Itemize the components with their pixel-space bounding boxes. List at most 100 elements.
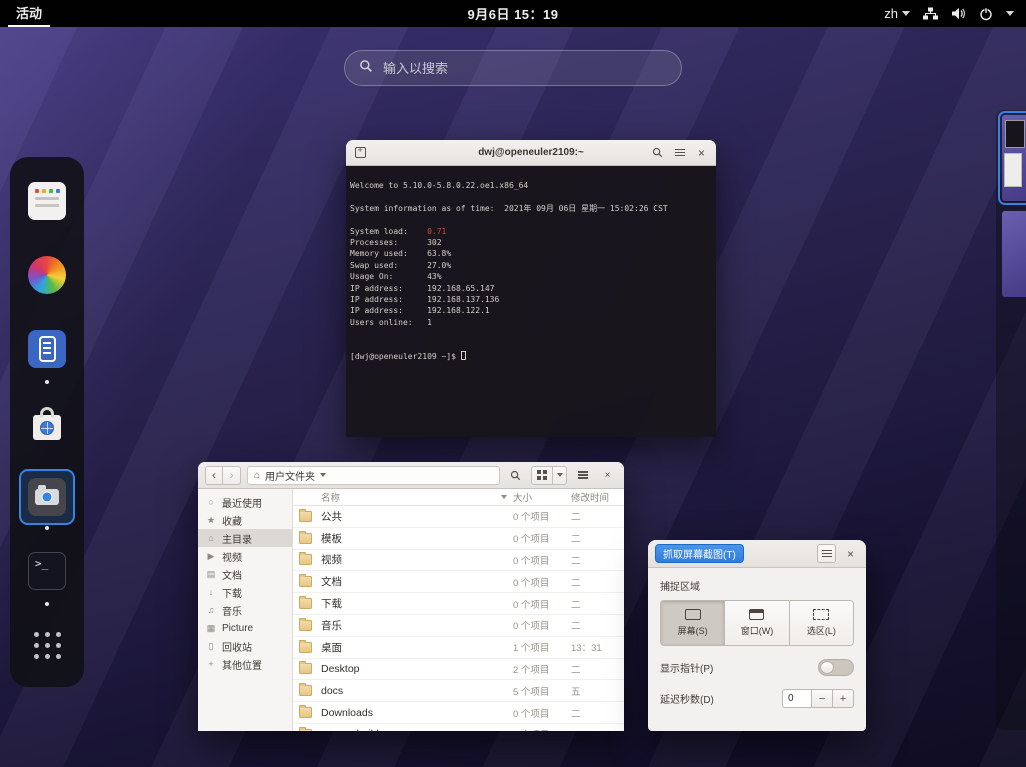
terminal-output: Welcome to 5.10.0-5.8.0.22.oe1.x86_64 Sy…	[346, 166, 716, 437]
volume-icon[interactable]	[951, 7, 966, 20]
screenshot-close-button[interactable]: ×	[842, 545, 859, 562]
column-size[interactable]: 大小	[513, 490, 571, 504]
dock-item-software-store[interactable]	[19, 395, 75, 451]
activities-button[interactable]: 活动	[8, 0, 50, 27]
file-row[interactable]: Desktop 2 个项目 二 ☆	[293, 659, 624, 681]
terminal-close-button[interactable]: ×	[693, 144, 710, 161]
file-row[interactable]: Downloads 0 个项目 二 ☆	[293, 702, 624, 724]
sidebar-item[interactable]: ▦ Picture	[198, 619, 292, 637]
file-modified: 二	[571, 618, 624, 632]
file-row[interactable]: docs 5 个项目 五 ☆	[293, 680, 624, 702]
terminal-line	[350, 191, 712, 202]
sidebar-item[interactable]: ○ 最近使用	[198, 493, 292, 511]
terminal-line	[350, 214, 712, 225]
screenshot-menu-button[interactable]	[817, 544, 836, 563]
search-input[interactable]	[383, 61, 667, 76]
workspace-thumbnail-2[interactable]	[1002, 211, 1026, 297]
sidebar-item[interactable]: ▤ 文档	[198, 565, 292, 583]
column-modified[interactable]: 修改时间	[571, 490, 624, 504]
screen-icon	[685, 609, 701, 620]
file-row[interactable]: 公共 0 个项目 二 ☆	[293, 506, 624, 528]
file-name: 音乐	[321, 618, 501, 633]
dock-item-terminal[interactable]	[19, 543, 75, 599]
sidebar-item[interactable]: ▶ 视频	[198, 547, 292, 565]
folder-icon	[299, 554, 312, 565]
terminal-menu-button[interactable]	[671, 144, 688, 161]
files-search-button[interactable]	[506, 466, 525, 485]
files-toolbar: ‹ › ⌂ 用户文件夹 ×	[198, 462, 624, 489]
files-window[interactable]: ‹ › ⌂ 用户文件夹 ×	[198, 462, 624, 731]
terminal-headerbar: dwj@openeuler2109:~ ×	[346, 140, 716, 166]
running-indicator	[45, 602, 49, 606]
dock-item-screenshot[interactable]	[19, 469, 75, 525]
grid-view-icon	[537, 470, 547, 480]
forward-button[interactable]: ›	[223, 466, 241, 485]
sidebar-item[interactable]: + 其他位置	[198, 655, 292, 673]
show-applications-button[interactable]	[19, 617, 75, 673]
file-row[interactable]: 视频 0 个项目 二 ☆	[293, 550, 624, 572]
sidebar-item[interactable]: ★ 收藏	[198, 511, 292, 529]
delay-plus-button[interactable]: +	[833, 689, 854, 708]
view-toggle-button[interactable]	[531, 466, 553, 485]
sidebar-item-label: 下载	[222, 585, 242, 600]
view-options-button[interactable]	[553, 466, 567, 485]
network-icon[interactable]	[923, 7, 938, 20]
hamburger-menu-icon	[822, 553, 832, 555]
sidebar-item-icon: ♫	[206, 605, 216, 615]
file-name: Desktop	[321, 663, 501, 675]
sidebar-item[interactable]: ↓ 下载	[198, 583, 292, 601]
clock[interactable]: 9月6日 15：19	[468, 4, 559, 23]
dock-item-pinwheel-app[interactable]	[19, 247, 75, 303]
file-name: 桌面	[321, 640, 501, 655]
folder-icon	[299, 576, 312, 587]
file-name: docs	[321, 685, 501, 697]
new-tab-button[interactable]	[352, 144, 369, 161]
system-menu-caret-icon[interactable]	[1006, 11, 1014, 16]
file-row[interactable]: 下载 0 个项目 二 ☆	[293, 593, 624, 615]
file-row[interactable]: 文档 0 个项目 二 ☆	[293, 571, 624, 593]
pinwheel-app-icon	[28, 256, 66, 294]
file-modified: 二	[571, 662, 624, 676]
folder-icon	[299, 685, 312, 696]
file-row[interactable]: 音乐 0 个项目 二 ☆	[293, 615, 624, 637]
file-name: 视频	[321, 552, 501, 567]
files-sidebar: ○ 最近使用 ★ 收藏 ⌂ 主目录	[198, 489, 293, 731]
path-bar[interactable]: ⌂ 用户文件夹	[247, 466, 500, 485]
column-name[interactable]: 名称	[321, 490, 501, 504]
file-name: gnome-builder	[321, 728, 501, 731]
keyboard-layout-indicator[interactable]: zh	[884, 6, 910, 21]
home-icon: ⌂	[254, 470, 260, 481]
back-button[interactable]: ‹	[205, 466, 223, 485]
dock-item-calendar[interactable]	[19, 173, 75, 229]
files-close-button[interactable]: ×	[598, 466, 617, 485]
sidebar-item[interactable]: ⌂ 主目录	[198, 529, 292, 547]
mini-terminal-window	[1005, 120, 1025, 148]
screenshot-headerbar: 抓取屏幕截图(T) ×	[648, 540, 866, 568]
workspace-thumbnail-1[interactable]	[1002, 115, 1026, 201]
delay-value[interactable]: 0	[782, 689, 812, 708]
file-row[interactable]: gnome-builder 1 个项目 二 ☆	[293, 724, 624, 731]
dock-item-phone-app[interactable]	[19, 321, 75, 377]
screenshot-dialog[interactable]: 抓取屏幕截图(T) × 捕捉区域 屏幕(S) 窗口(W)	[648, 540, 866, 731]
path-caret-icon[interactable]	[320, 473, 326, 477]
mode-window-button[interactable]: 窗口(W)	[725, 601, 789, 645]
file-row[interactable]: 模板 0 个项目 二 ☆	[293, 528, 624, 550]
terminal-search-button[interactable]	[649, 144, 666, 161]
terminal-window[interactable]: dwj@openeuler2109:~ × Welcome to 5.10.0-…	[346, 140, 716, 437]
folder-icon	[299, 663, 312, 674]
terminal-cursor	[461, 351, 466, 360]
power-icon[interactable]	[979, 7, 993, 21]
file-row[interactable]: 桌面 1 个项目 13：31 ☆	[293, 637, 624, 659]
show-pointer-toggle[interactable]	[818, 659, 854, 676]
delay-minus-button[interactable]: −	[812, 689, 833, 708]
file-size: 1 个项目	[513, 727, 571, 731]
mode-window-label: 窗口(W)	[741, 624, 774, 637]
sidebar-item-icon: ▤	[206, 569, 216, 580]
sidebar-item-icon: ▯	[206, 641, 216, 652]
files-menu-button[interactable]	[573, 466, 592, 485]
mode-selection-button[interactable]: 选区(L)	[790, 601, 853, 645]
take-screenshot-button[interactable]: 抓取屏幕截图(T)	[655, 544, 744, 563]
sidebar-item[interactable]: ♫ 音乐	[198, 601, 292, 619]
sidebar-item[interactable]: ▯ 回收站	[198, 637, 292, 655]
mode-screen-button[interactable]: 屏幕(S)	[661, 601, 725, 645]
